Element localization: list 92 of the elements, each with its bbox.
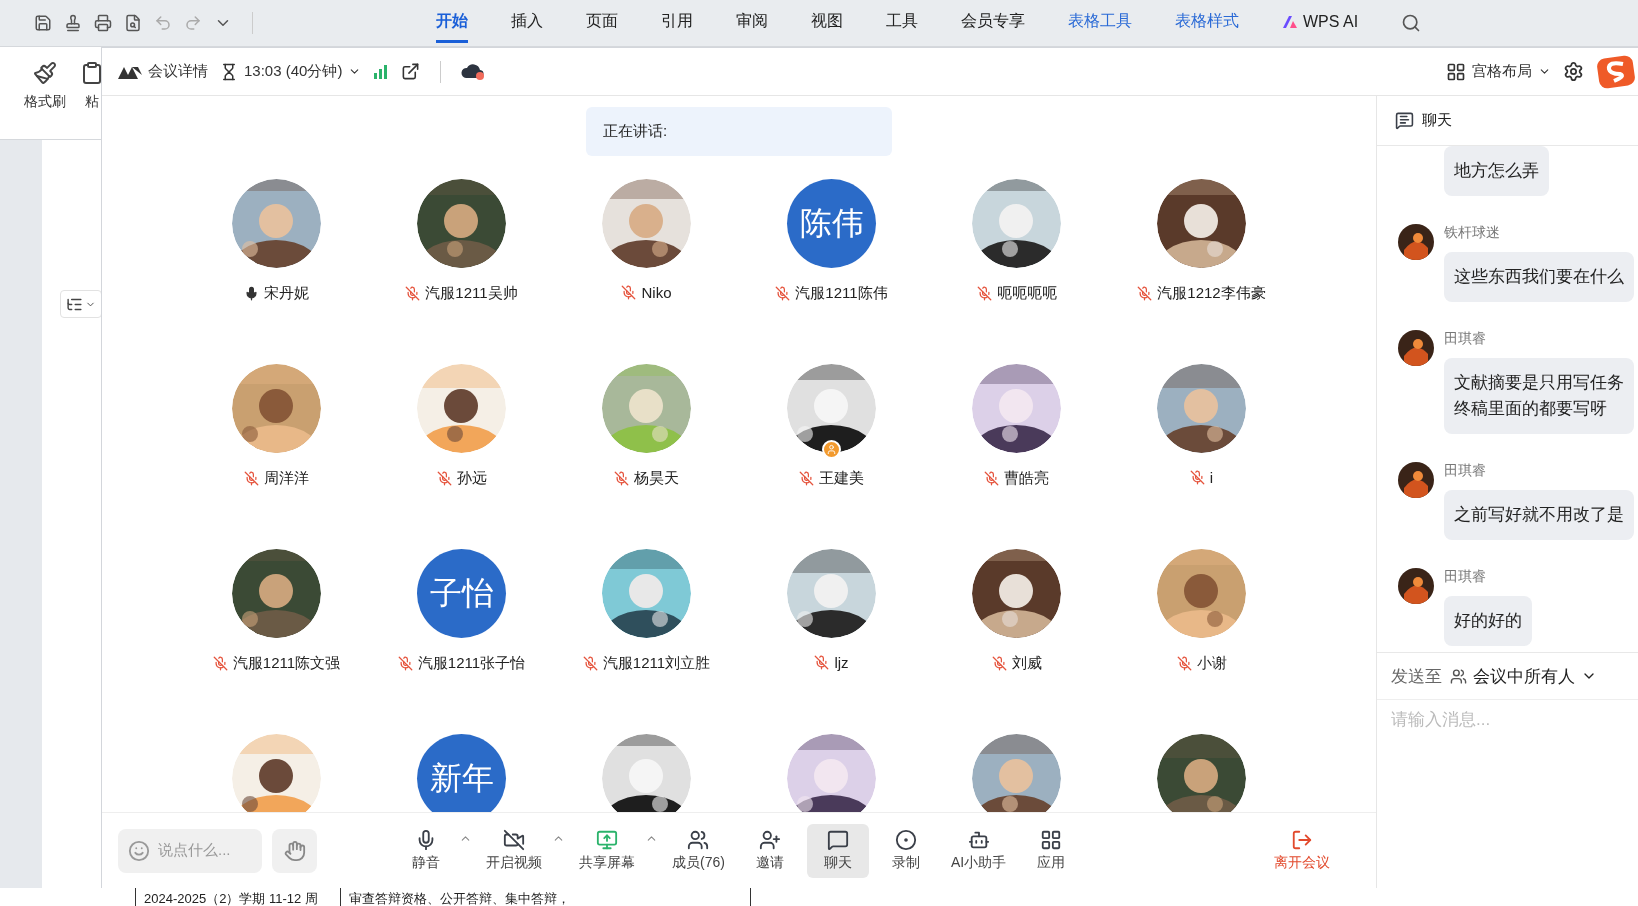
search-icon[interactable] xyxy=(1401,13,1422,33)
add-person-icon xyxy=(758,829,781,851)
participant-name: 刘威 xyxy=(1011,654,1042,673)
meeting-time[interactable]: 13:03 (40分钟) xyxy=(220,62,362,81)
ribbon-tab[interactable]: 开始 xyxy=(436,3,468,43)
participant-name: 孙远 xyxy=(456,469,487,488)
hourglass-icon xyxy=(220,62,238,81)
ribbon-tab[interactable]: 插入 xyxy=(511,3,543,43)
people-icon xyxy=(1450,667,1467,685)
sender-name: 田琪睿 xyxy=(1444,330,1486,348)
participant-name: 王建美 xyxy=(819,469,864,488)
hand-icon xyxy=(283,839,306,862)
ribbon-button[interactable]: 格式刷 xyxy=(24,61,66,139)
message-bubble: 好的好的 xyxy=(1444,596,1532,646)
avatar: 陈伟 xyxy=(787,179,876,268)
logo-icon xyxy=(118,64,142,79)
participant-name: 汽服1211陈文强 xyxy=(232,654,341,673)
avatar: 新年 xyxy=(417,734,506,812)
ribbon-tab[interactable]: 引用 xyxy=(661,3,693,43)
participant-name: 呃呃呃呃 xyxy=(996,284,1057,303)
sender-name: 铁杆球迷 xyxy=(1444,224,1500,242)
toolbar-button[interactable]: 成员(76) xyxy=(664,823,733,878)
ribbon-tab[interactable]: 视图 xyxy=(811,3,843,43)
participant-name: i xyxy=(1209,469,1214,486)
toolbar-button[interactable]: 录制 xyxy=(874,823,937,878)
toolbar-button[interactable]: 开启视频 xyxy=(478,823,550,878)
speaking-indicator: 正在讲话: xyxy=(586,107,892,156)
participant-name: 曹皓亮 xyxy=(1004,469,1049,488)
raise-hand-button[interactable] xyxy=(272,828,317,873)
avatar: 子怡 xyxy=(417,549,506,638)
chat-icon xyxy=(826,829,849,851)
toolbar-button[interactable]: 静音 xyxy=(395,823,457,878)
toolbar-button[interactable]: 共享屏幕 xyxy=(571,823,643,878)
ribbon-tab[interactable]: 表格样式 xyxy=(1175,3,1239,43)
sender-name: 田琪睿 xyxy=(1444,568,1486,586)
ribbon-tab[interactable]: WPS AI xyxy=(1282,4,1359,42)
ribbon-tab[interactable]: 会员专享 xyxy=(961,3,1025,43)
robot-icon xyxy=(967,829,990,851)
ribbon-tab[interactable]: 工具 xyxy=(886,3,918,43)
ribbon-tab[interactable]: 审阅 xyxy=(736,3,768,43)
toolbar-button[interactable]: AI小助手 xyxy=(942,823,1015,878)
exit-icon xyxy=(1291,829,1313,851)
participant-name: 汽服1211张子怡 xyxy=(417,654,526,673)
meeting-details-button[interactable]: 会议详情 xyxy=(118,62,208,81)
participant-name: 汽服1212李伟豪 xyxy=(1157,284,1266,303)
message-bubble: 之前写好就不用改了是 xyxy=(1444,490,1634,540)
settings-icon[interactable] xyxy=(1563,61,1584,82)
cloud-icon[interactable] xyxy=(461,62,486,81)
participant-name: ljz xyxy=(834,654,849,671)
grid-icon xyxy=(1040,829,1063,851)
participant-name: 汽服1211刘立胜 xyxy=(602,654,711,673)
signal-icon xyxy=(373,63,390,80)
leave-meeting-button[interactable]: 离开会议 xyxy=(1268,828,1336,873)
chat-title: 聊天 xyxy=(1422,111,1452,130)
smiley-icon xyxy=(128,839,150,862)
chat-icon xyxy=(1395,111,1414,130)
message-bubble: 地方怎么弄 xyxy=(1444,146,1549,196)
screen-share-icon xyxy=(596,829,618,851)
grid-icon xyxy=(1446,61,1466,82)
ai-logo-icon xyxy=(1282,14,1298,29)
message-bubble: 文献摘要是只用写任务 终稿里面的都要写呀 xyxy=(1444,358,1634,434)
record-icon xyxy=(894,829,917,851)
table-cell: 审查答辩资格、公开答辩、集中答辩， xyxy=(340,888,750,906)
toolbar-button[interactable]: 应用 xyxy=(1020,823,1083,878)
save-icon[interactable] xyxy=(34,14,52,32)
ribbon-button[interactable]: 粘 xyxy=(80,61,104,139)
ribbon-tab[interactable]: 页面 xyxy=(586,3,618,43)
clipboard-icon xyxy=(80,61,104,85)
print-preview-icon[interactable] xyxy=(124,14,142,32)
stamp-icon[interactable] xyxy=(64,14,82,32)
toolbar-button[interactable]: 邀请 xyxy=(738,823,801,878)
paintbrush-icon xyxy=(33,61,57,85)
participant-name: Niko xyxy=(641,284,672,301)
toolbar-button[interactable]: 聊天 xyxy=(806,823,869,878)
print-icon[interactable] xyxy=(94,14,112,32)
participant-name: 周洋洋 xyxy=(264,469,309,488)
grid-layout-button[interactable]: 宫格布局 xyxy=(1446,61,1551,82)
ribbon-tab[interactable]: 表格工具 xyxy=(1068,3,1132,43)
participant-name: 小谢 xyxy=(1196,654,1227,673)
participant-name: 宋丹妮 xyxy=(264,284,309,303)
input-method-icon[interactable] xyxy=(1596,54,1638,89)
people-icon xyxy=(687,829,710,851)
participant-name: 汽服1211吴帅 xyxy=(425,284,518,303)
recipient-dropdown[interactable]: 会议中所有人 xyxy=(1450,664,1597,688)
sender-name: 田琪睿 xyxy=(1444,462,1486,480)
participant-name: 汽服1211陈伟 xyxy=(795,284,888,303)
external-link-icon[interactable] xyxy=(401,62,421,81)
message-bubble: 这些东西我们要在什么 xyxy=(1444,252,1634,302)
table-cell: 2024-2025（2）学期 11-12 周 xyxy=(135,888,340,906)
camera-off-icon xyxy=(503,829,525,851)
send-to-label: 发送至 xyxy=(1391,665,1442,688)
participant-name: 杨昊天 xyxy=(634,469,679,488)
